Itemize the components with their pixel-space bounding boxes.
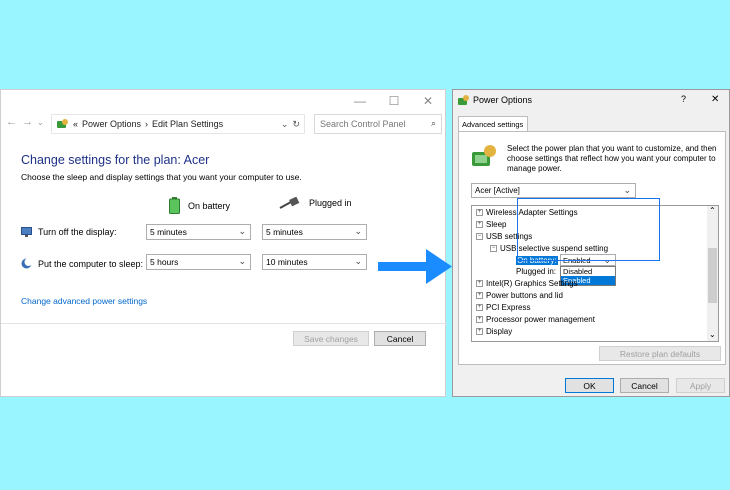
dropdown-chevron-icon[interactable]: ⌄	[281, 119, 289, 130]
page-subtitle: Choose the sleep and display settings th…	[21, 172, 302, 182]
tree-item-processor[interactable]: + Processor power management	[476, 315, 595, 324]
chevron-down-icon: ⌄	[354, 226, 362, 236]
search-input[interactable]: Search Control Panel ⌕	[314, 114, 442, 134]
address-bar: ← → ⌄ « Power Options › Edit Plan Settin…	[1, 114, 447, 134]
dialog-close-button[interactable]: ✕	[711, 94, 719, 105]
breadcrumb-power-options[interactable]: Power Options	[82, 119, 141, 129]
scroll-down-icon[interactable]: ⌄	[709, 330, 716, 339]
tree-item-sleep[interactable]: + Sleep	[476, 220, 506, 229]
sleep-battery-select[interactable]: 5 hours ⌄	[146, 254, 251, 270]
divider	[1, 323, 447, 324]
ok-button[interactable]: OK	[565, 378, 614, 393]
turn-off-display-label: Turn off the display:	[21, 227, 117, 237]
advanced-settings-link[interactable]: Change advanced power settings	[21, 296, 147, 306]
breadcrumb[interactable]: « Power Options › Edit Plan Settings ⌄ ↻	[51, 114, 305, 134]
power-options-dialog: Power Options ? ✕ Advanced settings Sele…	[452, 89, 730, 397]
dialog-cancel-button[interactable]: Cancel	[620, 378, 669, 393]
maximize-button[interactable]: ☐	[377, 90, 411, 112]
refresh-icon[interactable]: ↻	[292, 119, 300, 130]
save-changes-button[interactable]: Save changes	[293, 331, 369, 346]
scroll-thumb[interactable]	[708, 248, 717, 303]
chevron-down-icon: ⌄	[238, 226, 246, 236]
display-battery-select[interactable]: 5 minutes ⌄	[146, 224, 251, 240]
window-controls: — ☐ ✕	[343, 90, 445, 112]
tab-advanced-settings[interactable]: Advanced settings	[458, 116, 528, 132]
usb-highlight-box	[517, 198, 660, 261]
tree-item-intel-graphics[interactable]: + Intel(R) Graphics Settings	[476, 279, 578, 288]
advanced-settings-panel: Select the power plan that you want to c…	[458, 131, 726, 365]
moon-icon	[21, 258, 32, 269]
restore-defaults-button[interactable]: Restore plan defaults	[599, 346, 721, 361]
tree-item-display[interactable]: + Display	[476, 327, 512, 336]
control-panel-icon	[57, 119, 68, 128]
option-disabled[interactable]: Disabled	[561, 267, 615, 276]
dialog-title: Power Options	[457, 94, 532, 106]
cancel-button[interactable]: Cancel	[374, 331, 426, 346]
power-options-icon	[458, 95, 469, 105]
breadcrumb-separator: ›	[145, 119, 149, 129]
on-battery-header: On battery	[169, 197, 230, 214]
battery-icon	[169, 197, 180, 214]
breadcrumb-separator: «	[73, 119, 79, 129]
dialog-description: Select the power plan that you want to c…	[507, 144, 717, 173]
sleep-label: Put the computer to sleep:	[21, 258, 143, 269]
forward-arrow-icon[interactable]: →	[22, 116, 33, 128]
plan-select[interactable]: Acer [Active] ⌄	[471, 183, 636, 198]
back-arrow-icon[interactable]: ←	[6, 116, 17, 128]
power-plug-icon	[279, 197, 300, 209]
sleep-plugged-select[interactable]: 10 minutes ⌄	[262, 254, 367, 270]
breadcrumb-edit-plan-settings[interactable]: Edit Plan Settings	[152, 119, 223, 129]
chevron-down-icon: ⌄	[354, 256, 362, 266]
help-button[interactable]: ?	[681, 94, 686, 104]
apply-button[interactable]: Apply	[676, 378, 725, 393]
display-plugged-select[interactable]: 5 minutes ⌄	[262, 224, 367, 240]
plugged-in-header: Plugged in	[279, 197, 352, 209]
arrow-graphic	[378, 249, 452, 284]
page-title: Change settings for the plan: Acer	[21, 153, 210, 167]
close-button[interactable]: ✕	[411, 90, 445, 112]
scroll-up-icon[interactable]: ⌃	[709, 206, 716, 215]
plugged-in-row: Plugged in:	[516, 267, 557, 276]
search-placeholder: Search Control Panel	[320, 119, 406, 129]
power-plan-icon	[472, 145, 496, 166]
chevron-down-icon: ⌄	[238, 256, 246, 266]
search-icon[interactable]: ⌕	[431, 118, 436, 129]
tree-item-power-buttons[interactable]: + Power buttons and lid	[476, 291, 563, 300]
tree-item-pci-express[interactable]: + PCI Express	[476, 303, 530, 312]
edit-plan-settings-window: — ☐ ✕ ← → ⌄ « Power Options › Edit Plan …	[0, 89, 447, 397]
minimize-button[interactable]: —	[343, 90, 377, 112]
tree-scrollbar[interactable]: ⌃ ⌄	[707, 206, 718, 341]
chevron-down-icon: ⌄	[623, 185, 631, 195]
recent-locations-chevron-icon[interactable]: ⌄	[37, 118, 44, 127]
monitor-icon	[21, 227, 32, 237]
